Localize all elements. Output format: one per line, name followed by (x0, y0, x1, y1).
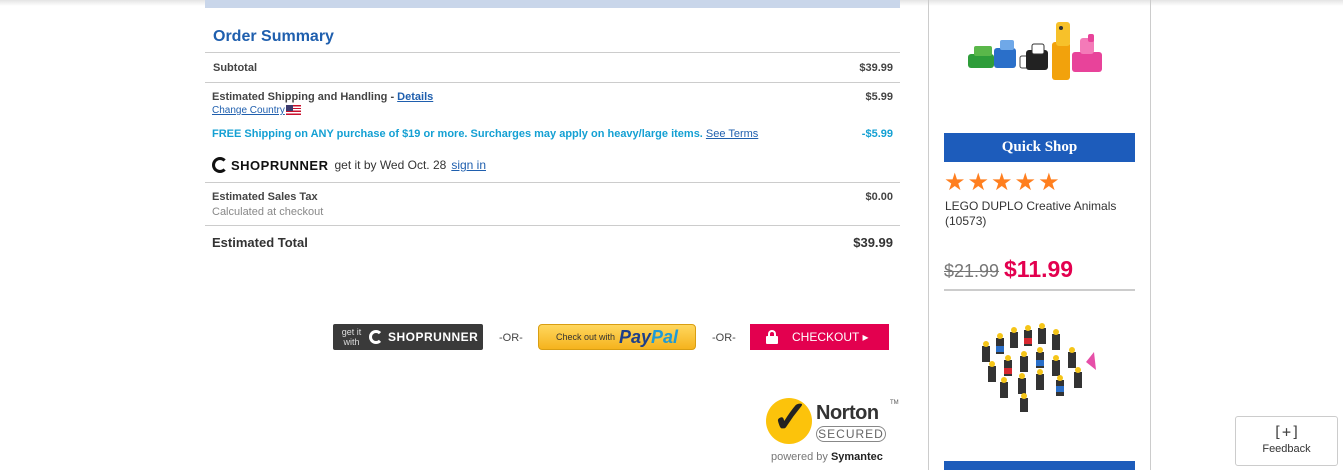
checkout-button-label: CHECKOUT ▸ (792, 330, 869, 344)
order-summary-title: Order Summary (213, 28, 334, 45)
shoprunner-logo: SHOPRUNNER (212, 157, 328, 173)
product-name-link[interactable]: LEGO DUPLO Creative Animals (10573) (945, 199, 1135, 229)
tax-value: $0.00 (865, 191, 893, 203)
total-value: $39.99 (853, 235, 893, 250)
feedback-label: Feedback (1262, 443, 1311, 455)
tax-sublabel: Calculated at checkout (212, 206, 324, 218)
star-icon: ★ (944, 169, 966, 196)
shoprunner-line: SHOPRUNNER get it by Wed Oct. 28 sign in (212, 155, 486, 175)
star-icon: ★ (967, 169, 990, 196)
symantec-name: Symantec (830, 451, 883, 463)
subtotal-label: Subtotal (213, 62, 257, 74)
lock-icon (766, 330, 778, 344)
or-separator: -OR- (712, 332, 736, 344)
star-icon: ★ (1014, 169, 1037, 196)
shipping-row: Estimated Shipping and Handling - Detail… (205, 82, 900, 182)
price-divider (944, 289, 1135, 291)
product-image-minifigures[interactable] (960, 316, 1120, 416)
shoprunner-get-it: get it with (341, 327, 362, 347)
shoprunner-delivery-text: get it by Wed Oct. 28 (334, 158, 447, 172)
price-original: $21.99 (944, 261, 1000, 281)
feedback-expand-icon: [+] (1272, 423, 1301, 441)
subtotal-value: $39.99 (859, 62, 893, 74)
norton-brand: Norton (816, 402, 879, 424)
sidebar-left-border (928, 0, 929, 470)
free-shipping-note: FREE Shipping on ANY purchase of $19 or … (212, 128, 758, 140)
shipping-value: $5.99 (865, 91, 893, 103)
shoprunner-icon (369, 330, 383, 344)
rating-stars: ★ ★ ★ ★ ★ (944, 169, 1060, 196)
feedback-button[interactable]: [+] Feedback (1235, 416, 1338, 466)
total-label: Estimated Total (212, 235, 308, 250)
shipping-label: Estimated Shipping and Handling - Detail… (212, 91, 433, 103)
quick-shop-button-next[interactable] (944, 461, 1135, 470)
norton-check-icon (766, 392, 812, 444)
shoprunner-signin-link[interactable]: sign in (451, 158, 486, 172)
product-image-duplo-animals[interactable] (960, 16, 1120, 116)
powered-by-text: powered by (771, 451, 831, 463)
or-separator: -OR- (499, 332, 523, 344)
star-icon: ★ (1038, 169, 1060, 196)
us-flag-icon (285, 105, 301, 115)
order-summary: Order Summary Subtotal $39.99 Estimated … (205, 24, 900, 265)
paypal-checkout-button[interactable]: Check out with PayPal (538, 324, 696, 350)
page: Order Summary Subtotal $39.99 Estimated … (0, 0, 1343, 470)
star-icon: ★ (991, 169, 1013, 196)
tax-label: Estimated Sales Tax (212, 191, 318, 203)
change-country: Change Country (212, 105, 301, 116)
tax-row: Estimated Sales Tax Calculated at checko… (205, 182, 900, 225)
paypal-logo-pal: Pal (651, 326, 679, 347)
paypal-prefix: Check out with (555, 332, 615, 342)
norton-secured-seal[interactable]: Norton TM SECURED powered by Symantec (766, 392, 900, 466)
norton-secured-label: SECURED (816, 426, 886, 442)
paypal-logo-pay: Pay (618, 326, 652, 347)
subtotal-row: Subtotal $39.99 (205, 52, 900, 82)
norton-tm: TM (890, 400, 899, 406)
total-row: Estimated Total $39.99 (205, 225, 900, 265)
price-sale: $11.99 (1004, 256, 1074, 282)
paypal-logo: PayPal (619, 327, 678, 348)
sidebar-right-border (1150, 0, 1151, 470)
shoprunner-icon (212, 157, 228, 173)
shipping-label-text: Estimated Shipping and Handling - (212, 91, 398, 103)
free-shipping-value: -$5.99 (861, 128, 893, 140)
norton-powered-by: powered by Symantec (771, 451, 883, 463)
shoprunner-brand: SHOPRUNNER (231, 157, 329, 173)
shoprunner-button-label: SHOPRUNNER (388, 330, 479, 344)
shoprunner-checkout-button[interactable]: get it with SHOPRUNNER (333, 324, 483, 350)
change-country-link[interactable]: Change Country (212, 105, 285, 116)
cart-header-bar (205, 0, 900, 8)
checkout-button[interactable]: CHECKOUT ▸ (750, 324, 889, 350)
quick-shop-button[interactable]: Quick Shop (944, 133, 1135, 162)
see-terms-link[interactable]: See Terms (706, 128, 758, 140)
free-shipping-text: FREE Shipping on ANY purchase of $19 or … (212, 128, 706, 140)
shipping-details-link[interactable]: Details (397, 91, 433, 103)
